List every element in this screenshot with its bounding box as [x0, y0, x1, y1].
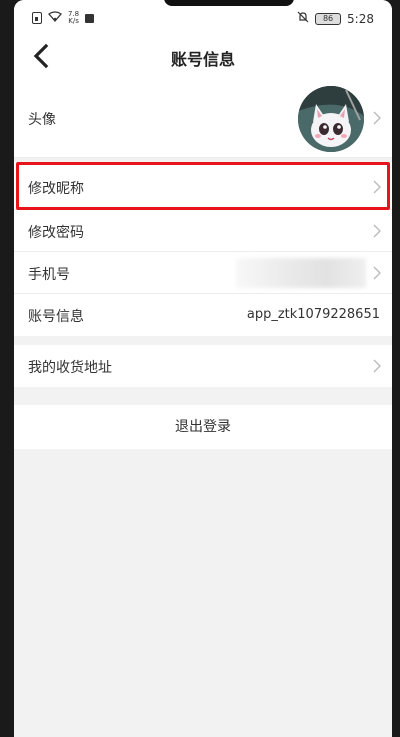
account-info-label: 账号信息 [28, 309, 84, 325]
network-speed-unit: K/s [68, 17, 79, 25]
chevron-right-icon [373, 359, 381, 373]
shipping-address-label: 我的收货地址 [28, 360, 112, 376]
notification-square-icon [85, 13, 95, 23]
bell-off-icon [297, 11, 309, 26]
shipping-address-row[interactable]: 我的收货地址 [14, 345, 392, 387]
sim-card-icon [32, 12, 42, 24]
chevron-right-icon [373, 224, 381, 238]
chevron-right-icon [373, 111, 381, 125]
phone-number-row[interactable]: 手机号 [14, 252, 392, 294]
header: 账号信息 [14, 34, 392, 78]
edit-password-row[interactable]: 修改密码 [14, 210, 392, 252]
page-title: 账号信息 [170, 50, 235, 69]
clock: 5:28 [347, 11, 374, 26]
wifi-icon [48, 11, 62, 25]
account-id-value: app_ztk1079228651 [246, 307, 380, 322]
phone-number-label: 手机号 [28, 267, 70, 283]
account-info-row: 账号信息 app_ztk1079228651 [14, 294, 392, 336]
avatar-row[interactable]: 头像 [14, 78, 392, 158]
logout-button[interactable]: 退出登录 [14, 405, 392, 449]
phone-screen: 7.8 K/s 86 5:28 账号信息 头像 修改昵称 修改密码 手机号 账号… [14, 0, 392, 737]
network-speed: 7.8 K/s [68, 11, 79, 25]
status-bar: 7.8 K/s 86 5:28 [14, 0, 392, 34]
battery-indicator: 86 [315, 12, 342, 25]
edit-nickname-row[interactable]: 修改昵称 [14, 162, 392, 210]
camera-notch [164, 0, 294, 6]
avatar[interactable] [298, 86, 364, 152]
edit-password-label: 修改密码 [28, 225, 84, 241]
chevron-right-icon [373, 180, 381, 194]
avatar-label: 头像 [28, 112, 56, 128]
blurred-phone-number [236, 258, 366, 288]
chevron-right-icon [373, 266, 381, 280]
edit-nickname-label: 修改昵称 [28, 181, 84, 197]
